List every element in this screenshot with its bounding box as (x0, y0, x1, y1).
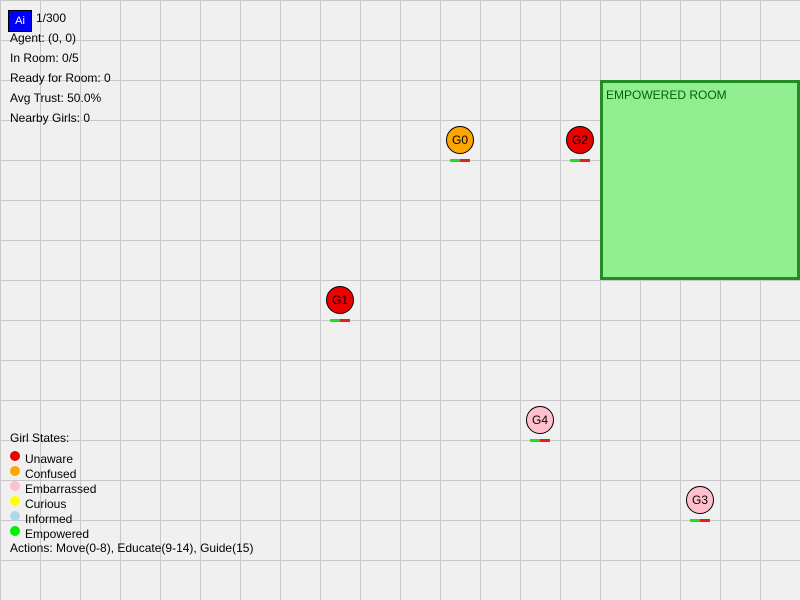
trust-bar (570, 159, 590, 162)
step-counter: 1/300 (36, 11, 67, 25)
ready-for-room-count: Ready for Room: 0 (10, 71, 111, 85)
legend-title: Girl States: (10, 431, 70, 445)
actions-help: Actions: Move(0-8), Educate(9-14), Guide… (10, 541, 254, 555)
trust-bar (690, 519, 710, 522)
legend-label: Confused (25, 467, 77, 481)
legend-label: Curious (25, 497, 67, 511)
nearby-girls: Nearby Girls: 0 (10, 111, 91, 125)
legend-swatch (10, 481, 20, 491)
legend-swatch (10, 451, 20, 461)
trust-bar-fill (530, 439, 540, 442)
in-room-count: In Room: 0/5 (10, 51, 79, 65)
legend-swatch (10, 466, 20, 476)
legend-label: Unaware (25, 452, 74, 466)
legend-swatch (10, 496, 20, 506)
girl-token: G3 (686, 486, 714, 514)
avg-trust: Avg Trust: 50.0% (10, 91, 102, 105)
girl-token: G0 (446, 126, 474, 154)
legend-label: Empowered (25, 527, 90, 541)
trust-bar (450, 159, 470, 162)
legend-swatch (10, 526, 20, 536)
legend-swatch (10, 511, 20, 521)
girl-token: G1 (326, 286, 354, 314)
legend-label: Embarrassed (25, 482, 97, 496)
trust-bar (330, 319, 350, 322)
girl-token: G2 (566, 126, 594, 154)
empowered-room: EMPOWERED ROOM (600, 80, 800, 280)
trust-bar-fill (690, 519, 700, 522)
girl-token: G4 (526, 406, 554, 434)
trust-bar (530, 439, 550, 442)
trust-bar-fill (570, 159, 580, 162)
room-label: EMPOWERED ROOM (606, 88, 727, 102)
trust-bar-fill (450, 159, 460, 162)
agent-sprite: Ai (8, 10, 32, 32)
agent-position: Agent: (0, 0) (10, 31, 77, 45)
trust-bar-fill (330, 319, 340, 322)
legend-label: Informed (25, 512, 73, 526)
